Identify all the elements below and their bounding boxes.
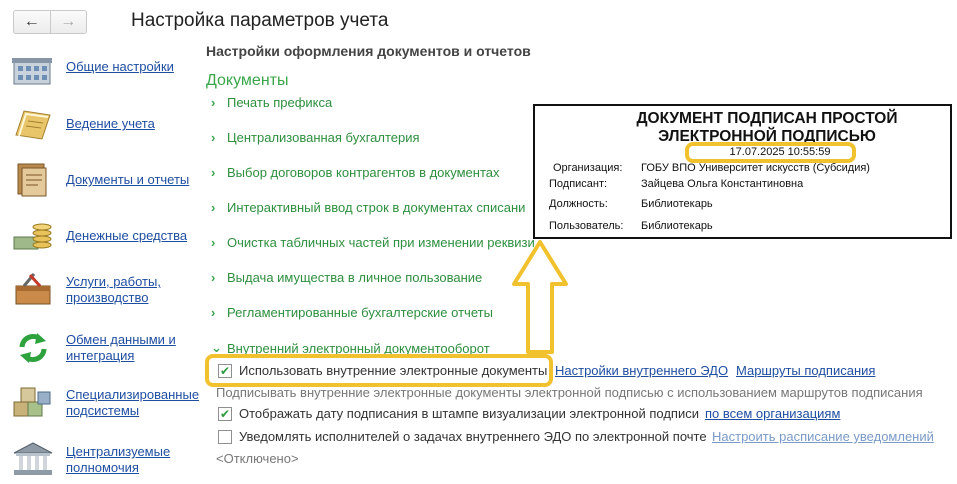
signing-routes-link[interactable]: Маршруты подписания [736, 363, 875, 378]
collapsible-row[interactable]: › Выбор договоров контрагентов в документ… [211, 165, 500, 180]
stamp-user-value: Библиотекарь [641, 220, 713, 232]
bank-building-icon [10, 441, 56, 479]
forward-arrow-icon[interactable]: → [49, 11, 87, 33]
sidebar-item-exchange[interactable]: Обмен данными и интеграция [10, 329, 200, 367]
sidebar-item-money[interactable]: Денежные средства [10, 217, 200, 255]
sidebar-item-accounting[interactable]: Ведение учета [10, 105, 200, 143]
collapsible-row[interactable]: › Централизованная бухгалтерия [211, 130, 420, 145]
chevron-right-icon: › [211, 95, 216, 110]
stamp-position-value: Библиотекарь [641, 198, 713, 210]
chevron-right-icon: › [211, 200, 216, 215]
section-heading: Настройки оформления документов и отчето… [206, 43, 531, 59]
collapsible-row[interactable]: › Регламентированные бухгалтерские отчеты [211, 305, 493, 320]
nav-buttons: ← → [13, 10, 87, 34]
notify-executors-checkbox[interactable]: Уведомлять исполнителей о задачах внутре… [218, 429, 707, 444]
notebook-icon [10, 105, 56, 143]
chevron-right-icon: › [211, 270, 216, 285]
sidebar-item-label[interactable]: Услуги, работы, производство [66, 274, 200, 306]
chevron-right-icon: › [211, 165, 216, 180]
chevron-right-icon: › [211, 305, 216, 320]
chevron-right-icon: › [211, 130, 216, 145]
chevron-right-icon: › [211, 235, 216, 250]
signature-stamp: ДОКУМЕНТ ПОДПИСАН ПРОСТОЙ ЭЛЕКТРОННОЙ ПО… [533, 104, 952, 239]
stamp-signer-label: Подписант: [549, 178, 608, 190]
sidebar-item-documents[interactable]: Документы и отчеты [10, 160, 200, 198]
sidebar-item-general[interactable]: Общие настройки [10, 50, 200, 88]
highlight-frame [205, 354, 553, 387]
sidebar-item-label[interactable]: Специализированные подсистемы [66, 387, 200, 419]
page-title: Настройка параметров учета [131, 10, 389, 31]
notification-schedule-link[interactable]: Настроить расписание уведомлений [712, 429, 934, 444]
sidebar-item-label[interactable]: Ведение учета [66, 116, 155, 132]
sidebar-item-subsystems[interactable]: Специализированные подсистемы [10, 384, 200, 422]
back-arrow-icon[interactable]: ← [14, 11, 50, 33]
documents-icon [10, 160, 56, 198]
toolbox-icon [10, 270, 56, 308]
stamp-signer-value: Зайцева Ольга Константиновна [641, 178, 804, 190]
collapsible-row[interactable]: › Выдача имущества в личное пользование [211, 270, 482, 285]
collapsible-row[interactable]: › Очистка табличных частей при изменении … [211, 235, 535, 250]
cubes-icon [10, 384, 56, 422]
sidebar-item-powers[interactable]: Централизуемые полномочия [10, 441, 200, 479]
stamp-position-label: Должность: [549, 198, 608, 210]
building-icon [10, 50, 56, 88]
sync-icon [10, 329, 56, 367]
show-sign-date-checkbox[interactable]: Отображать дату подписания в штампе визу… [218, 406, 699, 421]
stamp-title: ДОКУМЕНТ ПОДПИСАН ПРОСТОЙ ЭЛЕКТРОННОЙ ПО… [636, 110, 898, 145]
up-arrow-annotation [512, 240, 568, 354]
sidebar-item-label[interactable]: Обмен данными и интеграция [66, 332, 200, 364]
sidebar-item-label[interactable]: Денежные средства [66, 228, 187, 244]
checkbox[interactable] [218, 429, 232, 444]
coins-icon [10, 217, 56, 255]
sidebar-item-label[interactable]: Централизуемые полномочия [66, 444, 200, 476]
collapsible-row[interactable]: › Печать префикса [211, 95, 332, 110]
sidebar-item-label[interactable]: Общие настройки [66, 59, 174, 75]
stamp-user-label: Пользователь: [549, 220, 624, 232]
date-highlight-frame [685, 142, 856, 163]
signing-hint: Подписывать внутренние электронные докум… [216, 385, 923, 400]
stamp-organization-value: ГОБУ ВПО Университет искусств (Субсидия) [641, 162, 870, 174]
stamp-organization-label: Организация: [553, 162, 623, 174]
all-organizations-link[interactable]: по всем организациям [705, 406, 840, 421]
disabled-status: <Отключено> [216, 451, 299, 466]
collapsible-row[interactable]: › Интерактивный ввод строк в документах с… [211, 200, 525, 215]
internal-edo-settings-link[interactable]: Настройки внутреннего ЭДО [555, 363, 728, 378]
group-title-documents: Документы [206, 72, 289, 89]
sidebar-item-label[interactable]: Документы и отчеты [66, 172, 189, 188]
sidebar-item-services[interactable]: Услуги, работы, производство [10, 270, 200, 308]
checkbox[interactable] [218, 406, 232, 421]
